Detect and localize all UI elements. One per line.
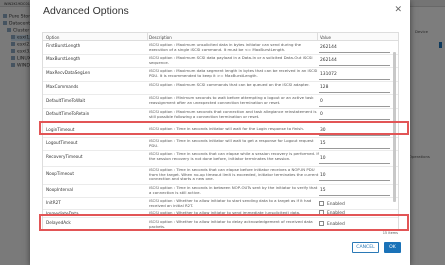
table-row: LogoutTimeout iSCSI option : Time in sec… — [43, 138, 398, 151]
table-row: DefaultTimeToWait iSCSI option : Minimum… — [43, 95, 398, 109]
option-name: DefaultTimeToWait — [46, 98, 86, 103]
value-input[interactable]: 262144 — [319, 57, 390, 66]
option-name: InitR2T — [46, 200, 61, 205]
table-row: NoopInterval iSCSI option : Time in seco… — [43, 185, 398, 198]
option-name: DefaultTimeToRetain — [46, 111, 90, 116]
option-description: iSCSI option : Maximum SCSI data payload… — [149, 55, 313, 65]
option-description: iSCSI option : Time in seconds initiator… — [149, 138, 314, 148]
option-name: RecoveryTimeout — [46, 154, 83, 159]
option-name: NoopInterval — [46, 187, 73, 192]
table-row: FirstBurstLength iSCSI option : Maximum … — [43, 42, 398, 55]
value-input[interactable]: 0 — [319, 111, 390, 120]
option-name: NoopTimeout — [46, 171, 75, 176]
table-row: MaxBurstLength iSCSI option : Maximum SC… — [43, 55, 398, 68]
option-name: MaxBurstLength — [46, 56, 81, 61]
table-row: RecoveryTimeout iSCSI option : Time in s… — [43, 151, 398, 167]
option-description: iSCSI option : Maximum data segment leng… — [149, 68, 318, 78]
highlight-delayed-ack — [39, 214, 409, 231]
value-input[interactable]: 131072 — [319, 71, 390, 80]
column-header-value[interactable]: Value — [320, 35, 331, 40]
table-row: MaxRecvDataSegLen iSCSI option : Maximum… — [43, 68, 398, 82]
option-name: FirstBurstLength — [46, 43, 81, 48]
cancel-button[interactable]: CANCEL — [352, 242, 379, 253]
value-input[interactable]: 262144 — [319, 44, 390, 53]
checkbox-box[interactable] — [319, 201, 324, 206]
value-input[interactable]: 15 — [319, 140, 390, 149]
item-count: 15 items — [382, 231, 398, 235]
option-description: iSCSI option : Minimum seconds to wait b… — [149, 95, 314, 105]
column-separator — [317, 33, 318, 41]
option-description: iSCSI option : Maximum SCSI commands tha… — [149, 82, 310, 87]
option-name: MaxRecvDataSegLen — [46, 70, 91, 75]
option-description: iSCSI option : Time in seconds that can … — [149, 167, 319, 182]
option-description: iSCSI option : Maximum seconds that conn… — [149, 109, 317, 119]
advanced-options-dialog: Advanced Options ✕ Option Description Va… — [30, 0, 410, 265]
table-row: InitR2T iSCSI option : Whether to allow … — [43, 198, 398, 210]
enabled-checkbox[interactable]: Enabled — [319, 201, 345, 208]
value-input[interactable]: 0 — [319, 98, 390, 107]
column-separator — [147, 33, 148, 41]
ok-button[interactable]: OK — [384, 242, 401, 253]
table-header: Option Description Value — [43, 33, 398, 41]
value-input[interactable]: 128 — [319, 84, 390, 93]
dialog-title: Advanced Options — [43, 5, 129, 17]
option-description: iSCSI option : Maximum unsolicited data … — [149, 42, 302, 52]
table-row: MaxCommands iSCSI option : Maximum SCSI … — [43, 82, 398, 95]
scrollbar[interactable] — [391, 42, 397, 229]
value-input[interactable]: 10 — [319, 172, 390, 181]
value-input[interactable]: 15 — [319, 187, 390, 196]
value-input[interactable]: 10 — [319, 155, 390, 164]
close-icon[interactable]: ✕ — [394, 6, 402, 15]
option-description: iSCSI option : Time in seconds that can … — [149, 151, 319, 161]
option-name: LogoutTimeout — [46, 140, 78, 145]
highlight-login-timeout — [39, 121, 409, 135]
column-header-option[interactable]: Option — [46, 35, 59, 40]
option-name: MaxCommands — [46, 84, 79, 89]
table-row: NoopTimeout iSCSI option : Time in secon… — [43, 167, 398, 185]
option-description: iSCSI option : Whether to allow initiato… — [149, 198, 312, 208]
option-description: iSCSI option : Time in seconds in betwee… — [149, 185, 318, 195]
column-header-description[interactable]: Description — [149, 35, 172, 40]
checkbox-label: Enabled — [327, 202, 345, 207]
